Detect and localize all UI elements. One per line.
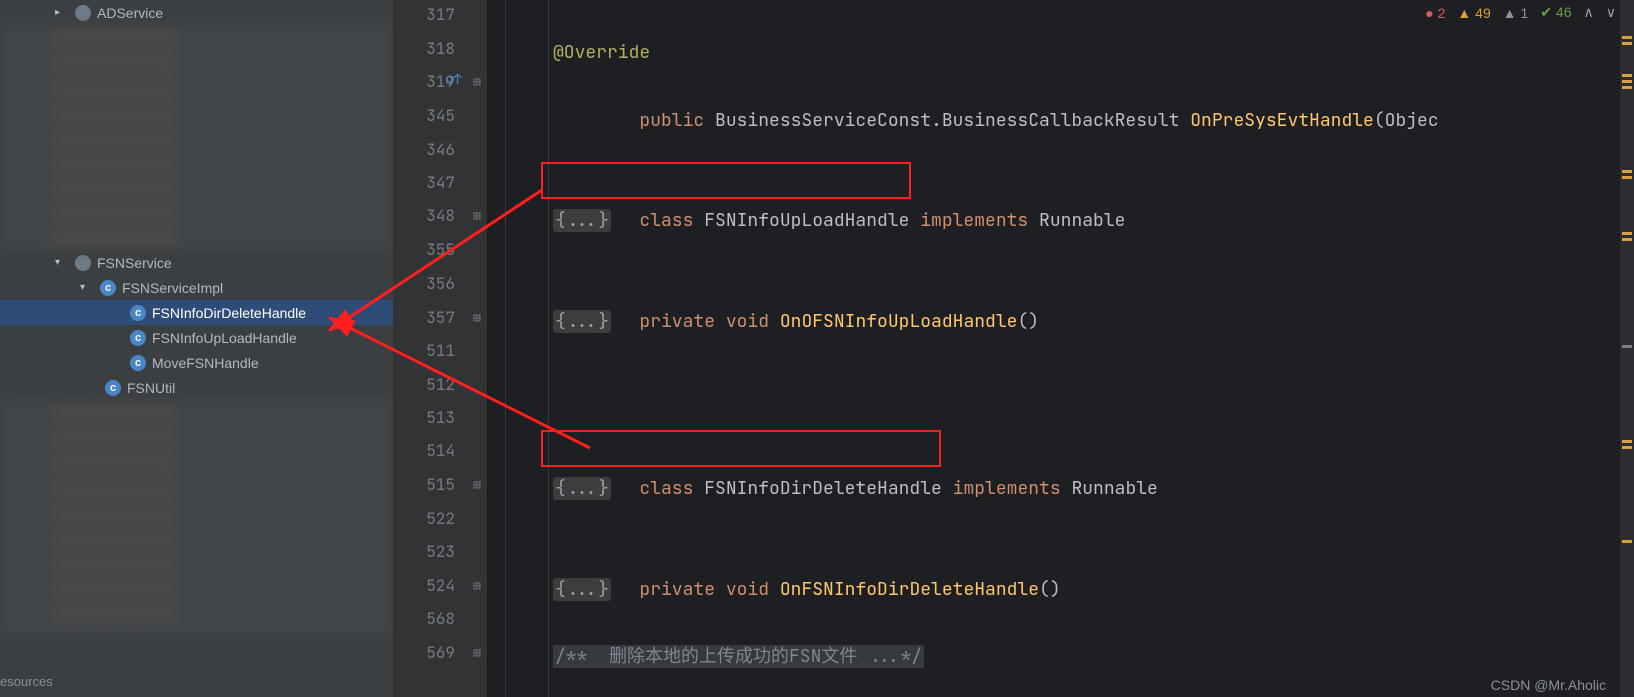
class-icon: c: [130, 305, 146, 321]
line-number: 355: [410, 239, 455, 260]
tree-items-redacted: ████████████ ████████████ ████████████ █…: [0, 25, 393, 250]
line-number: 514: [410, 440, 455, 461]
tree-label: FSNInfoDirDeleteHandle: [152, 305, 306, 321]
line-number: 511: [410, 340, 455, 361]
chevron-down-icon: ▾: [55, 257, 69, 268]
line-number: 513: [410, 407, 455, 428]
annotation-box: [541, 162, 911, 199]
watermark: CSDN @Mr.Aholic: [1491, 677, 1606, 693]
tree-label: FSNService: [97, 255, 172, 271]
folder-icon: [75, 255, 91, 271]
line-number: 357: [410, 307, 455, 328]
tree-item-resources[interactable]: esources: [0, 674, 53, 689]
class-icon: c: [130, 355, 146, 371]
line-number: 318: [410, 38, 455, 59]
tree-label: ADService: [97, 5, 163, 21]
fold-plus-icon[interactable]: ⊞: [473, 577, 481, 594]
line-number: 524: [410, 575, 455, 596]
chevron-down-icon: ▾: [80, 282, 94, 293]
folder-icon: [75, 5, 91, 21]
project-tree[interactable]: ▸ ADService ████████████ ████████████ ██…: [0, 0, 393, 697]
tree-item-fsnserviceimpl[interactable]: ▾ c FSNServiceImpl: [0, 275, 393, 300]
folded-region[interactable]: {...}: [553, 578, 611, 601]
line-number: 317: [410, 4, 455, 25]
folded-region[interactable]: {...}: [553, 209, 611, 232]
override-up-icon[interactable]: o↑: [445, 71, 462, 89]
tree-label: FSNServiceImpl: [122, 280, 223, 296]
line-number: 356: [410, 273, 455, 294]
tree-item-fsnservice[interactable]: ▾ FSNService: [0, 250, 393, 275]
line-number: 346: [410, 139, 455, 160]
annotation: @Override: [553, 41, 650, 64]
fold-plus-icon[interactable]: ⊞: [473, 476, 481, 493]
fold-plus-icon[interactable]: ⊞: [473, 207, 481, 224]
error-stripe[interactable]: [1620, 0, 1634, 697]
code-content[interactable]: @Override public BusinessServiceConst.Bu…: [493, 0, 1634, 638]
gutter[interactable]: 317 318 319 o↑ ⊞ 345 346 347 348 ⊞ 355 3…: [393, 0, 488, 697]
annotation-box: [541, 430, 941, 467]
code-editor[interactable]: ● 2 ▲ 49 ▲ 1 ✔ 46 ∧ ∨ 317 318 319 o↑ ⊞ 3…: [393, 0, 1634, 697]
line-number: 523: [410, 541, 455, 562]
tree-item-fsnutil[interactable]: c FSNUtil: [0, 375, 393, 400]
tree-item-adservice[interactable]: ▸ ADService: [0, 0, 393, 25]
folded-region[interactable]: {...}: [553, 310, 611, 333]
class-icon: c: [100, 280, 116, 296]
line-number: 522: [410, 508, 455, 529]
chevron-right-icon: ▸: [55, 7, 69, 18]
line-number: 568: [410, 608, 455, 629]
fold-plus-icon[interactable]: ⊞: [473, 73, 481, 90]
line-number: 347: [410, 172, 455, 193]
class-icon: c: [105, 380, 121, 396]
line-number: 515: [410, 474, 455, 495]
fold-plus-icon[interactable]: ⊞: [473, 309, 481, 326]
folded-region[interactable]: {...}: [553, 477, 611, 500]
folded-javadoc[interactable]: /** 删除本地的上传成功的FSN文件 ...*/: [553, 645, 924, 668]
fold-plus-icon[interactable]: ⊞: [473, 644, 481, 661]
line-number: 569: [410, 642, 455, 663]
class-icon: c: [130, 330, 146, 346]
line-number: 512: [410, 374, 455, 395]
tree-label: FSNInfoUpLoadHandle: [152, 330, 297, 346]
tree-label: FSNUtil: [127, 380, 175, 396]
tree-item-fsninfouploadhandle[interactable]: c FSNInfoUpLoadHandle: [0, 325, 393, 350]
tree-item-fsninfodirdeletehandle[interactable]: c FSNInfoDirDeleteHandle: [0, 300, 393, 325]
line-number: 348: [410, 205, 455, 226]
line-number: 345: [410, 105, 455, 126]
tree-label: MoveFSNHandle: [152, 355, 259, 371]
tree-item-movefsnhandle[interactable]: c MoveFSNHandle: [0, 350, 393, 375]
tree-items-redacted-2: ████████████ ████████████ ████████████ █…: [0, 400, 393, 635]
